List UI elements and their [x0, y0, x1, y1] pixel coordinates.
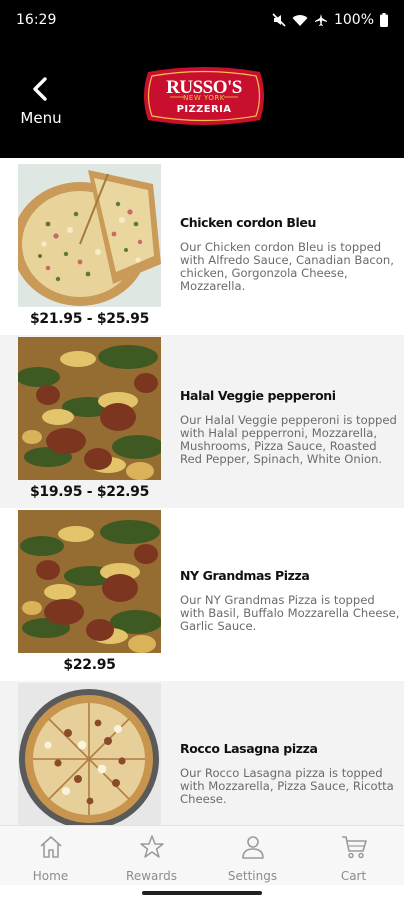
nav-item-settings[interactable]: Settings — [202, 826, 303, 885]
status-bar: 16:29 100% — [0, 0, 404, 40]
item-price: $22.95 — [63, 657, 116, 673]
wifi-icon — [292, 14, 308, 27]
item-name: Chicken cordon Bleu — [180, 215, 317, 230]
russos-logo: RUSSO'S NEW YORK PIZZERIA — [140, 64, 268, 128]
airplane-icon — [314, 13, 328, 27]
pizza-photo — [18, 510, 161, 653]
home-indicator[interactable] — [142, 891, 262, 895]
status-icons: 100% — [272, 12, 388, 28]
app-header: Menu RUSSO'S NEW YORK PIZZERIA — [0, 40, 404, 158]
menu-item[interactable]: Rocco Lasagna pizza Our Rocco Lasagna pi… — [0, 681, 404, 825]
battery-percent: 100% — [333, 12, 374, 28]
item-price: $21.95 - $25.95 — [29, 311, 150, 327]
back-button[interactable]: Menu — [18, 76, 64, 127]
item-price: $19.95 - $22.95 — [29, 484, 150, 500]
svg-text:PIZZERIA: PIZZERIA — [177, 104, 232, 115]
home-icon — [38, 834, 64, 865]
nav-item-rewards[interactable]: Rewards — [101, 826, 202, 885]
menu-item[interactable]: $22.95 NY Grandmas Pizza Our NY Grandmas… — [0, 508, 404, 681]
nav-item-cart[interactable]: Cart — [303, 826, 404, 885]
nav-label-home: Home — [32, 869, 69, 883]
battery-icon — [380, 13, 388, 27]
menu-list[interactable]: $21.95 - $25.95 Chicken cordon Bleu Our … — [0, 158, 404, 825]
pizza-photo — [18, 683, 161, 825]
svg-text:NEW YORK: NEW YORK — [183, 94, 225, 102]
pizza-photo — [18, 337, 161, 480]
item-description: Our Halal Veggie pepperoni is topped wit… — [180, 413, 397, 466]
item-description: Our NY Grandmas Pizza is topped with Bas… — [180, 593, 400, 633]
item-name: Rocco Lasagna pizza — [180, 741, 318, 756]
mute-icon — [272, 13, 286, 27]
cart-icon — [340, 834, 368, 865]
status-time: 16:29 — [16, 12, 57, 28]
pizza-photo — [18, 164, 161, 307]
item-name: NY Grandmas Pizza — [180, 568, 310, 583]
nav-label-settings: Settings — [227, 869, 278, 883]
item-description: Our Rocco Lasagna pizza is topped with M… — [180, 766, 394, 806]
back-label: Menu — [20, 109, 62, 127]
item-description: Our Chicken cordon Bleu is topped with A… — [180, 240, 394, 293]
bottom-nav: Home Rewards Settings Cart — [0, 825, 404, 885]
nav-item-home[interactable]: Home — [0, 826, 101, 885]
nav-label-rewards: Rewards — [126, 869, 177, 883]
nav-label-cart: Cart — [340, 869, 367, 883]
person-icon — [240, 834, 266, 865]
menu-item[interactable]: $21.95 - $25.95 Chicken cordon Bleu Our … — [0, 158, 404, 331]
system-nav-area — [0, 885, 404, 900]
star-icon — [139, 834, 165, 865]
chevron-left-icon — [30, 76, 52, 107]
menu-item[interactable]: $19.95 - $22.95 Halal Veggie pepperoni O… — [0, 335, 404, 508]
item-name: Halal Veggie pepperoni — [180, 388, 336, 403]
